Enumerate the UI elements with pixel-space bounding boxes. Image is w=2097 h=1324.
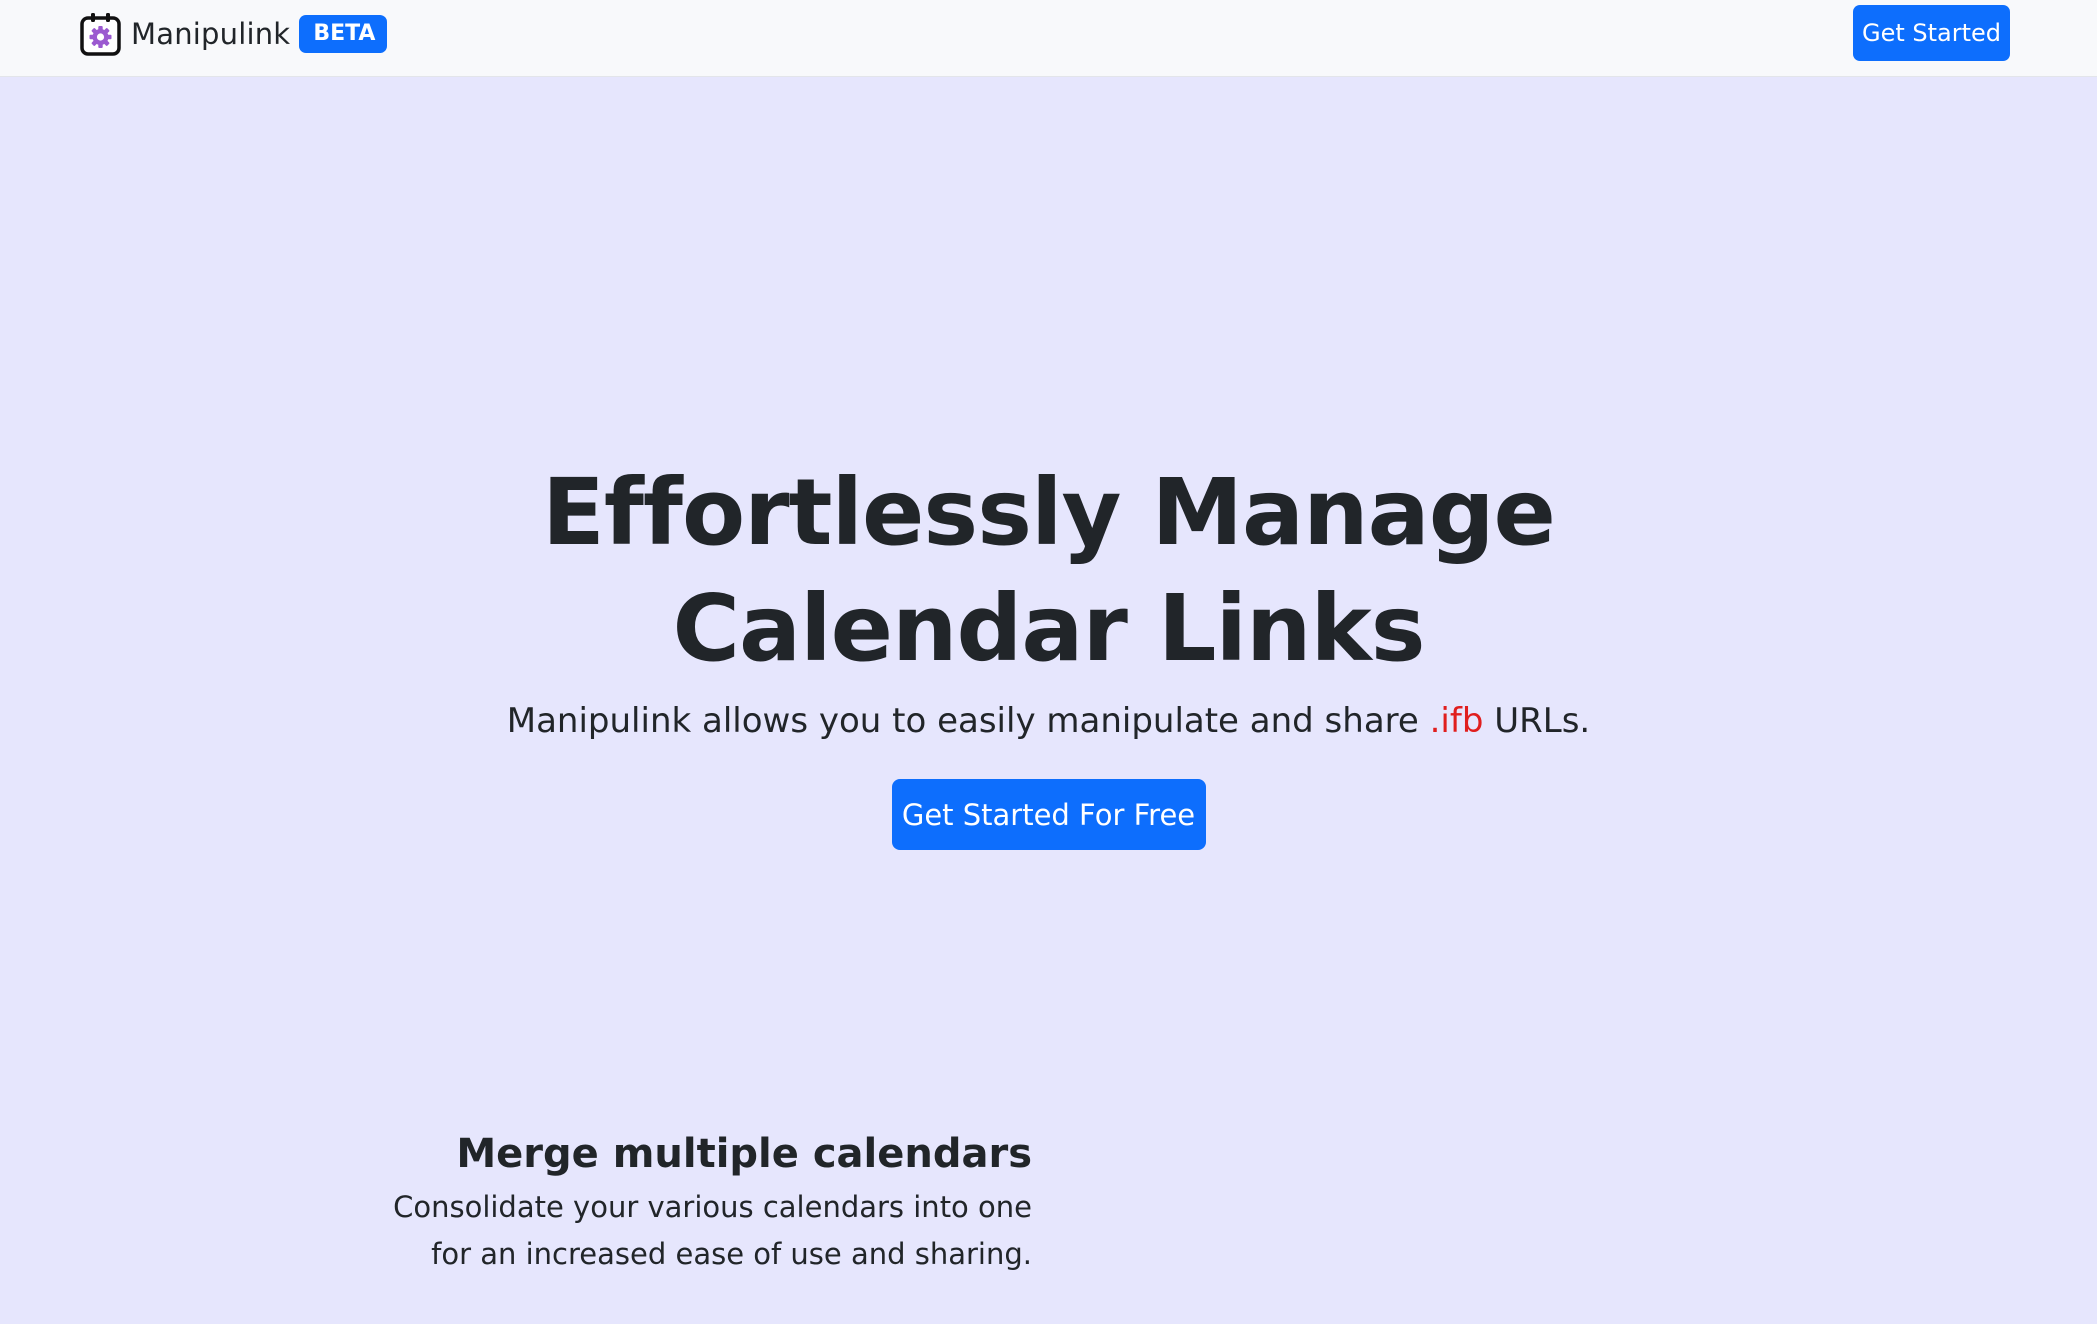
hero-subtitle-text: Manipulink allows you to easily manipula…: [506, 701, 1419, 741]
brand-link[interactable]: Manipulink BETA: [80, 12, 388, 56]
hero-title-line1: Effortlessly Manage: [542, 459, 1556, 566]
hero-subtitle-end: URLs.: [1494, 701, 1591, 741]
get-started-free-button[interactable]: Get Started For Free: [891, 779, 1206, 850]
calendar-gear-icon: [80, 13, 121, 56]
feature-description: Consolidate your various calendars into …: [380, 1184, 1032, 1278]
feature-description-line2: for an increased ease of use and sharing…: [431, 1237, 1032, 1271]
brand-name: Manipulink: [131, 16, 291, 51]
ifb-extension: .ifb: [1429, 701, 1484, 741]
get-started-button[interactable]: Get Started: [1853, 5, 2010, 61]
feature-title: Merge multiple calendars: [456, 1131, 1032, 1177]
hero-subtitle: Manipulink allows you to easily manipula…: [0, 699, 2097, 743]
hero-section: Effortlessly Manage Calendar Links Manip…: [0, 455, 2097, 850]
feature-description-line1: Consolidate your various calendars into …: [393, 1190, 1032, 1224]
feature-merge-calendars: Merge multiple calendars Consolidate you…: [380, 1126, 1032, 1278]
beta-badge: BETA: [299, 15, 388, 53]
navbar: Manipulink BETA Get Started: [0, 0, 2097, 77]
hero-title: Effortlessly Manage Calendar Links: [499, 455, 1599, 687]
hero-title-line2: Calendar Links: [672, 575, 1426, 682]
